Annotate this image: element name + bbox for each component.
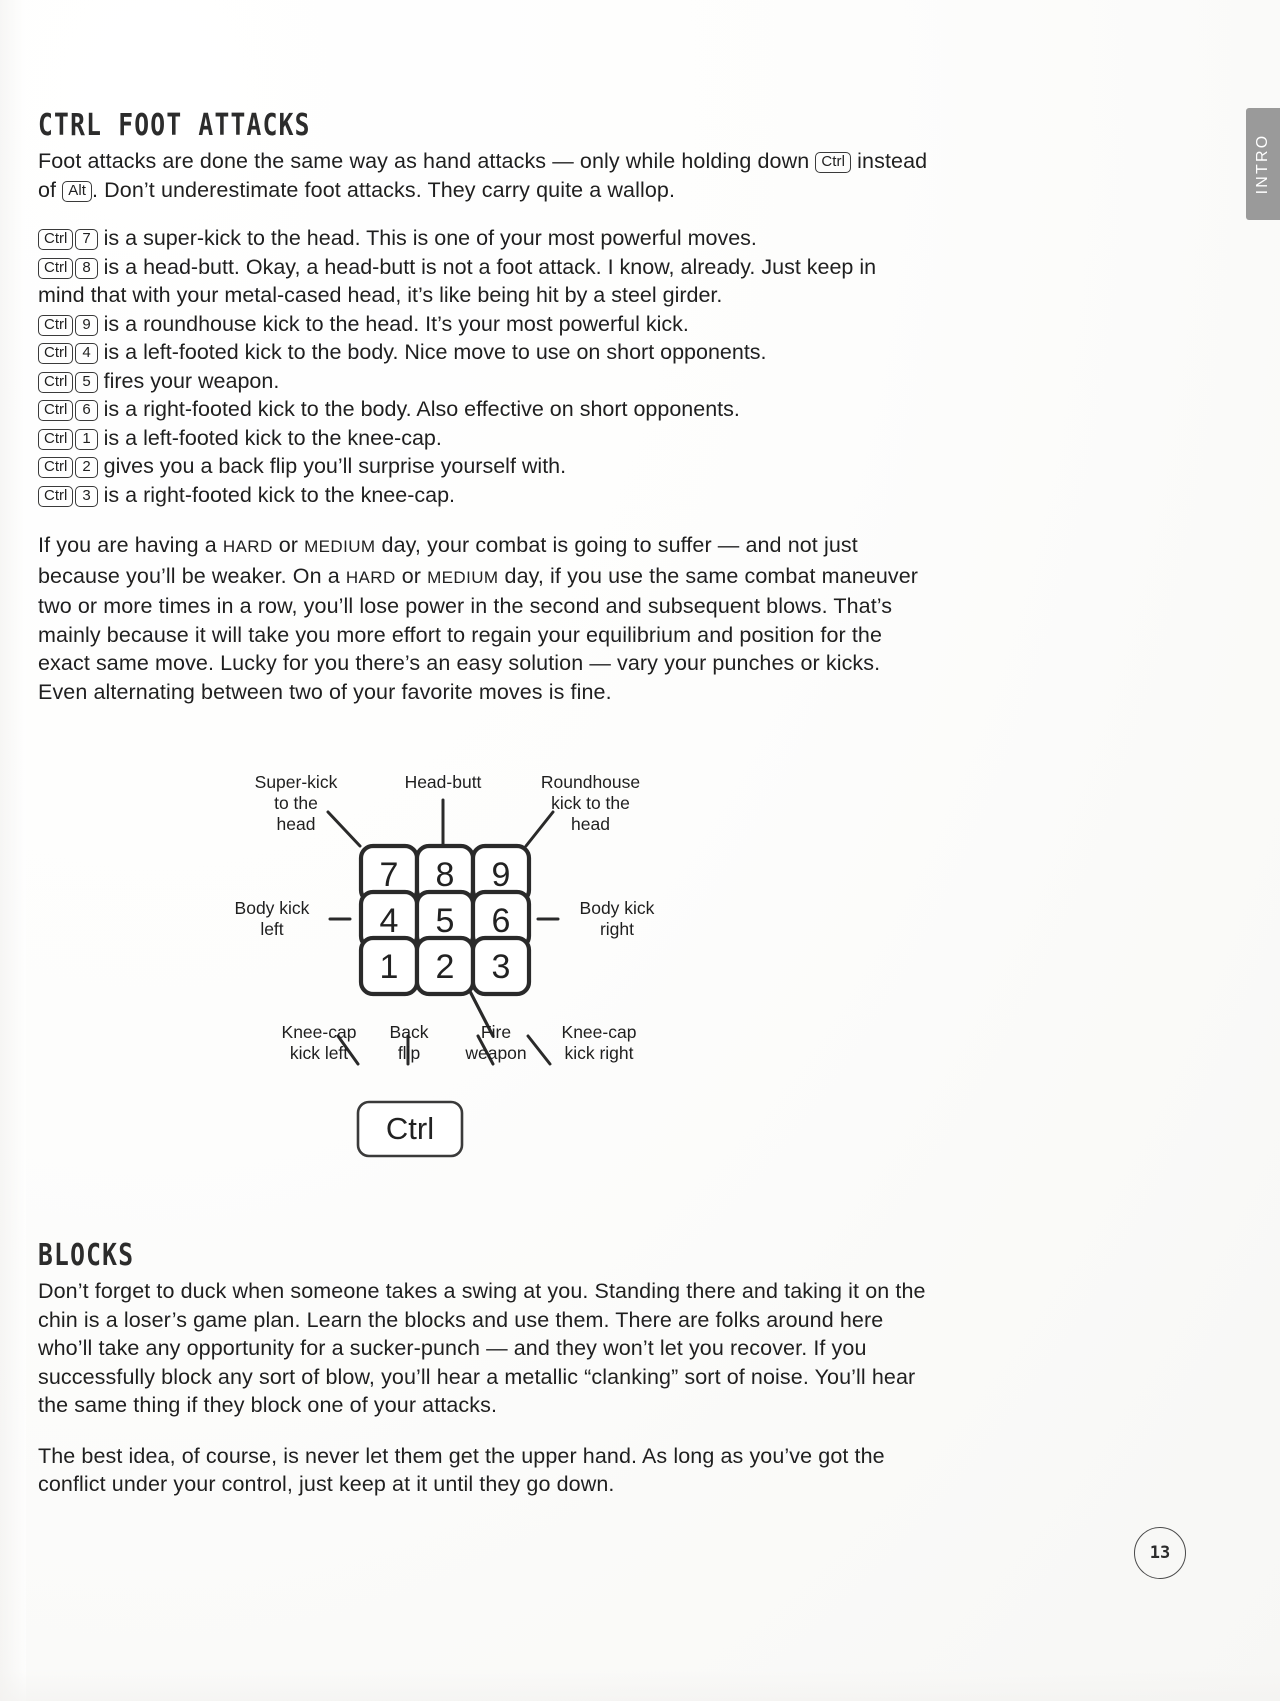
callout-body-kick-right: Body kick right — [579, 898, 655, 939]
svg-text:5: 5 — [436, 902, 455, 940]
list-item: Ctrl 7 is a super-kick to the head. This … — [38, 224, 928, 253]
page-number-label: 13 — [1149, 1543, 1171, 1563]
intro-text-part3: . Don’t underestimate foot attacks. They… — [92, 177, 676, 202]
scan-left-shadow — [0, 0, 26, 1701]
difficulty-text-1: If you are having a — [38, 533, 223, 557]
difficulty-level-medium: MEDIUM — [304, 537, 376, 556]
paragraph-blocks-1: Don’t forget to duck when someone takes … — [38, 1279, 926, 1417]
paragraph-blocks-2: The best idea, of course, is never let t… — [38, 1443, 885, 1497]
key-chip-ctrl: Ctrl — [38, 257, 74, 279]
side-tab-intro: INTRO — [1246, 108, 1280, 220]
keypad-diagram: 7 8 9 4 5 6 1 2 3 Ctrl Super-kick to the… — [38, 764, 928, 1184]
svg-text:6: 6 — [492, 902, 511, 940]
heading-blocks: BLOCKS — [38, 1238, 135, 1273]
callout-head-butt: Head-butt — [404, 772, 482, 792]
key-chip-number: 6 — [75, 400, 98, 421]
svg-text:2: 2 — [436, 948, 455, 986]
list-item: Ctrl 8 is a head-butt. Okay, a head-butt … — [38, 253, 928, 310]
difficulty-level-hard: HARD — [222, 537, 273, 556]
key-chip-number: 8 — [75, 257, 98, 279]
list-item-text: is a super-kick to the head. This is one… — [97, 226, 757, 250]
section-blocks: BLOCKS Don’t forget to duck when someone… — [38, 1238, 928, 1499]
svg-text:8: 8 — [436, 856, 455, 894]
key-chip-ctrl: Ctrl — [38, 457, 74, 478]
ctrl-key-list: Ctrl 7 is a super-kick to the head. This … — [38, 224, 928, 509]
keypad-diagram-svg: 7 8 9 4 5 6 1 2 3 Ctrl — [326, 798, 560, 1158]
key-chip-ctrl: Ctrl — [38, 314, 74, 336]
keypad-keys: 7 8 9 4 5 6 1 2 3 — [358, 843, 532, 997]
list-item: Ctrl 4 is a left-footed kick to the body.… — [38, 338, 928, 367]
callout-body-kick-left: Body kick left — [234, 898, 310, 939]
paragraph-difficulty: If you are having a HARD or MEDIUM day, … — [38, 531, 928, 706]
keypad-key-3[interactable]: 3 — [470, 935, 532, 997]
list-item: Ctrl 9 is a roundhouse kick to the head. … — [38, 310, 928, 339]
difficulty-level-medium: MEDIUM — [427, 567, 499, 587]
side-tab-label: INTRO — [1254, 133, 1271, 195]
list-item-text: is a left-footed kick to the knee-cap. — [97, 425, 442, 450]
svg-text:1: 1 — [380, 948, 399, 986]
list-item-text: is a right-footed kick to the body. Also… — [97, 397, 740, 421]
difficulty-level-hard: HARD — [345, 567, 396, 587]
page-content: CTRL FOOT ATTACKS Foot attacks are done … — [38, 0, 928, 1499]
list-item: Ctrl 3 is a right-footed kick to the knee… — [38, 481, 928, 510]
paragraph-foot-attacks-intro: Foot attacks are done the same way as ha… — [38, 147, 928, 204]
list-item-text: gives you a back flip you’ll surprise yo… — [97, 454, 567, 478]
heading-ctrl-foot-attacks: CTRL FOOT ATTACKS — [38, 108, 311, 143]
scan-bottom-shadow — [0, 1671, 1280, 1701]
key-chip-ctrl: Ctrl — [38, 229, 74, 250]
callout-roundhouse: Roundhouse kick to the head — [540, 772, 641, 834]
callout-knee-cap-left: Knee-cap kick left — [281, 1022, 357, 1063]
key-chip-number: 5 — [75, 371, 98, 393]
key-chip-ctrl: Ctrl — [38, 485, 74, 507]
key-chip-number: 3 — [75, 485, 98, 507]
keypad-key-2[interactable]: 2 — [414, 935, 476, 997]
callout-super-kick: Super-kick to the head — [254, 772, 338, 834]
key-chip-number: 1 — [75, 428, 98, 450]
keypad-key-ctrl[interactable]: Ctrl — [356, 1100, 464, 1158]
callout-fire-weapon: Fire weapon — [465, 1022, 527, 1063]
list-item: Ctrl 5 fires your weapon. — [38, 367, 928, 396]
list-item-text: is a roundhouse kick to the head. It’s y… — [97, 311, 689, 336]
callout-back-flip: Back flip — [389, 1022, 429, 1063]
list-item-text: is a left-footed kick to the body. Nice … — [97, 340, 767, 364]
key-chip-ctrl: Ctrl — [38, 400, 74, 421]
list-item-text: is a right-footed kick to the knee-cap. — [97, 482, 455, 507]
intro-text-part1: Foot attacks are done the same way as ha… — [38, 149, 816, 173]
key-chip-number: 9 — [75, 314, 98, 336]
callout-knee-cap-right: Knee-cap kick right — [561, 1022, 637, 1063]
svg-text:7: 7 — [380, 856, 399, 894]
list-item: Ctrl 6 is a right-footed kick to the body… — [38, 395, 928, 424]
list-item-text: fires your weapon. — [97, 368, 280, 393]
svg-text:9: 9 — [492, 856, 511, 894]
key-chip-ctrl: Ctrl — [38, 371, 74, 393]
difficulty-text-2: or — [272, 533, 305, 557]
key-chip-ctrl: Ctrl — [815, 152, 852, 173]
svg-text:3: 3 — [492, 948, 511, 986]
list-item: Ctrl 2 gives you a back flip you’ll surpr… — [38, 452, 928, 481]
key-chip-number: 2 — [75, 457, 98, 478]
page-number: 13 — [1134, 1527, 1186, 1579]
difficulty-text-4: or — [395, 563, 428, 588]
key-chip-ctrl: Ctrl — [38, 343, 74, 364]
key-chip-ctrl: Ctrl — [38, 428, 74, 450]
list-item: Ctrl 1 is a left-footed kick to the knee-… — [38, 424, 928, 453]
key-chip-number: 7 — [75, 229, 98, 250]
key-chip-alt: Alt — [62, 180, 93, 202]
list-item-text: is a head-butt. Okay, a head-butt is not… — [38, 254, 877, 308]
svg-text:4: 4 — [380, 902, 399, 940]
keypad-key-1[interactable]: 1 — [358, 935, 420, 997]
key-chip-number: 4 — [75, 343, 98, 364]
svg-text:Ctrl: Ctrl — [386, 1111, 434, 1146]
